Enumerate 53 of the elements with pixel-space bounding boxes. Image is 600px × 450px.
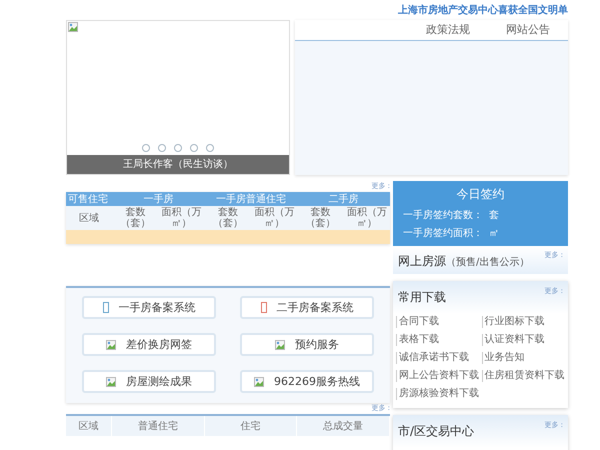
download-link[interactable]: 诚信承诺书下载 xyxy=(396,352,480,364)
service-button[interactable]: 一手房备案系统 xyxy=(82,296,216,319)
download-link[interactable]: 住房租赁资料下载 xyxy=(482,370,565,382)
service-button[interactable]: 差价换房网签 xyxy=(82,333,216,356)
download-link[interactable]: 合同下载 xyxy=(396,316,480,328)
panel-title: 常用下载 xyxy=(398,290,446,304)
download-link[interactable]: 网上公告资料下载 xyxy=(396,370,480,382)
column-header: 套数（套） xyxy=(297,206,344,230)
download-link[interactable]: 房源核验资料下载 xyxy=(396,388,480,400)
broken-image-icon xyxy=(106,340,116,350)
slide-dot[interactable] xyxy=(190,144,198,152)
download-link[interactable]: 认证资料下载 xyxy=(482,334,565,346)
panel-title: 市/区交易中心 xyxy=(398,424,474,438)
stat-unit: ㎡ xyxy=(489,227,499,240)
panel-subtitle: （预售/出售公示） xyxy=(446,257,530,268)
broken-image-icon xyxy=(254,376,264,386)
download-link[interactable]: 行业图标下载 xyxy=(482,316,565,328)
download-link[interactable]: 业务告知 xyxy=(482,352,565,364)
column-header: 住宅 xyxy=(204,416,298,436)
panel-title: 今日签约 xyxy=(456,186,506,203)
tab[interactable]: 网站公告 xyxy=(488,20,568,40)
slide-dot[interactable] xyxy=(174,144,182,152)
slide-dot[interactable] xyxy=(158,144,166,152)
slide-dot[interactable] xyxy=(142,144,150,152)
column-group-header: 一手房普通住宅 xyxy=(204,192,298,206)
column-group-header: 一手房 xyxy=(112,192,205,206)
service-button[interactable]: 二手房备案系统 xyxy=(240,296,374,319)
column-header: 面积（万㎡） xyxy=(344,206,390,230)
column-header: 套数（套） xyxy=(204,206,252,230)
column-group-header: 二手房 xyxy=(297,192,390,206)
broken-image-icon xyxy=(106,376,116,386)
download-link[interactable]: 表格下载 xyxy=(396,334,480,346)
headline-link[interactable]: 上海市房地产交易中心喜获全国文明单 xyxy=(398,3,568,17)
slide-caption[interactable]: 王局长作客（民生访谈） xyxy=(67,155,289,174)
column-header: 普通住宅 xyxy=(112,416,205,436)
column-header: 面积（万㎡） xyxy=(251,206,298,230)
column-header: 区域 xyxy=(66,206,112,230)
broken-image-icon xyxy=(68,22,78,32)
column-header: 总成交量 xyxy=(297,416,390,436)
slide-dot[interactable] xyxy=(206,144,214,152)
table-title: 可售住宅 xyxy=(66,192,112,206)
stat-label: 一手房签约套数： xyxy=(403,208,484,222)
tab[interactable]: 政策法规 xyxy=(408,20,488,40)
column-header: 区域 xyxy=(66,416,112,436)
stat-label: 一手房签约面积： xyxy=(403,226,484,240)
column-header: 面积（万㎡） xyxy=(158,206,205,230)
column-header: 套数（套） xyxy=(112,206,159,230)
service-button[interactable]: 房屋测绘成果 xyxy=(82,370,216,393)
stat-unit: 套 xyxy=(489,209,499,222)
panel-title: 网上房源 xyxy=(398,254,446,268)
service-button[interactable]: 962269服务热线 xyxy=(240,370,374,393)
broken-image-icon xyxy=(275,340,285,350)
service-button[interactable]: 预约服务 xyxy=(240,333,374,356)
